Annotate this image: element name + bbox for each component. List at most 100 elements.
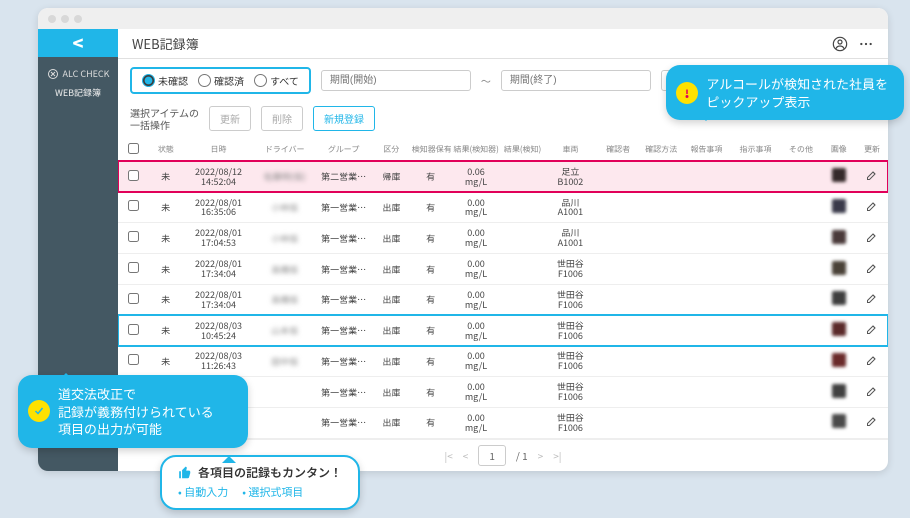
callout-law-compliance: 道交法改正で 記録が義務付けられている 項目の出力が可能 — [18, 375, 248, 448]
cell-result: 0.00mg/L — [451, 346, 500, 377]
callout-text: アルコールが検知された社員を ピックアップ表示 — [706, 75, 888, 110]
new-record-button[interactable]: 新規登録 — [313, 106, 375, 131]
cell-vehicle: 世田谷F1006 — [545, 284, 596, 315]
cell-datetime: 2022/08/0117:34:04 — [182, 254, 256, 285]
table-row: 未2022/08/1214:52:04佐藤明(仮)第二営業…帰庫有0.06mg/… — [118, 161, 888, 192]
cell-other — [780, 254, 822, 285]
cell-report — [682, 346, 731, 377]
pager-next[interactable]: > — [538, 448, 544, 463]
page-title: WEB記録簿 — [132, 34, 199, 53]
table-row: 未2022/08/0117:34:04高橋仮第一営業…出庫有0.00mg/L世田… — [118, 284, 888, 315]
pager-prev[interactable]: < — [463, 448, 469, 463]
col-header: グループ — [314, 139, 373, 161]
cell-driver — [255, 377, 314, 408]
cell-instruction — [731, 192, 780, 223]
period-start-input[interactable] — [321, 70, 471, 91]
cell-driver: 小林仮 — [255, 223, 314, 254]
pager-first[interactable]: |< — [445, 448, 453, 463]
col-header: 指示事項 — [731, 139, 780, 161]
cell-image — [822, 315, 856, 346]
cell-status: 未 — [150, 223, 182, 254]
cell-group: 第一営業… — [314, 346, 373, 377]
edit-button[interactable] — [856, 284, 888, 315]
row-checkbox[interactable] — [118, 346, 150, 377]
bulk-delete-button[interactable]: 削除 — [261, 106, 303, 131]
cell-detector: 有 — [410, 192, 452, 223]
cell-group: 第一営業… — [314, 284, 373, 315]
row-checkbox[interactable] — [118, 284, 150, 315]
col-header: 結果(検知器) — [451, 139, 500, 161]
cell-instruction — [731, 254, 780, 285]
col-header: その他 — [780, 139, 822, 161]
callout-title: 各項目の記録もカンタン！ — [198, 465, 342, 481]
col-header: 確認方法 — [640, 139, 682, 161]
cell-datetime: 2022/08/0117:04:53 — [182, 223, 256, 254]
cell-report — [682, 223, 731, 254]
cell-method — [640, 161, 682, 192]
row-checkbox[interactable] — [118, 223, 150, 254]
cell-group: 第一営業… — [314, 315, 373, 346]
edit-button[interactable] — [856, 254, 888, 285]
row-checkbox[interactable] — [118, 161, 150, 192]
cell-other — [780, 315, 822, 346]
edit-button[interactable] — [856, 408, 888, 439]
radio-unconfirmed[interactable]: 未確認 — [142, 73, 188, 88]
radio-all[interactable]: すべて — [254, 73, 299, 88]
cell-group: 第一営業… — [314, 192, 373, 223]
cell-status: 未 — [150, 254, 182, 285]
account-icon[interactable] — [832, 36, 848, 52]
cell-result2 — [501, 346, 545, 377]
cell-method — [640, 284, 682, 315]
cell-other — [780, 223, 822, 254]
cell-datetime: 2022/08/0117:34:04 — [182, 284, 256, 315]
cell-result2 — [501, 408, 545, 439]
cell-instruction — [731, 408, 780, 439]
more-icon[interactable] — [858, 36, 874, 52]
col-header: 画像 — [822, 139, 856, 161]
cell-method — [640, 254, 682, 285]
cell-driver: 小林仮 — [255, 192, 314, 223]
edit-button[interactable] — [856, 377, 888, 408]
cell-other — [780, 284, 822, 315]
brand-label: ALC CHECK — [47, 67, 110, 80]
cell-report — [682, 192, 731, 223]
collapse-sidebar-button[interactable]: < — [38, 29, 118, 57]
thumbs-up-icon — [178, 466, 192, 480]
cell-other — [780, 192, 822, 223]
col-header: 結果(検知) — [501, 139, 545, 161]
edit-button[interactable] — [856, 223, 888, 254]
edit-button[interactable] — [856, 315, 888, 346]
tilde: 〜 — [481, 73, 491, 88]
bulk-update-button[interactable]: 更新 — [209, 106, 251, 131]
pager-page[interactable]: 1 — [478, 445, 506, 466]
cell-other — [780, 161, 822, 192]
table-row: 未2022/08/0310:45:24山本仮第一営業…出庫有0.00mg/L世田… — [118, 315, 888, 346]
cell-group: 第一営業… — [314, 223, 373, 254]
cell-report — [682, 377, 731, 408]
pager-last[interactable]: >| — [553, 448, 561, 463]
cell-instruction — [731, 223, 780, 254]
cell-detector: 有 — [410, 315, 452, 346]
edit-button[interactable] — [856, 192, 888, 223]
nav-item-records[interactable]: WEB記録簿 — [55, 86, 101, 99]
row-checkbox[interactable] — [118, 315, 150, 346]
edit-button[interactable] — [856, 161, 888, 192]
cell-result2 — [501, 192, 545, 223]
cell-vehicle: 世田谷F1006 — [545, 377, 596, 408]
cell-confirmer — [596, 254, 640, 285]
col-header: 検知器保有 — [410, 139, 452, 161]
cell-detector: 有 — [410, 223, 452, 254]
radio-confirmed[interactable]: 確認済 — [198, 73, 244, 88]
row-checkbox[interactable] — [118, 254, 150, 285]
cell-datetime: 2022/08/0116:35:06 — [182, 192, 256, 223]
col-header: 更新 — [856, 139, 888, 161]
cell-instruction — [731, 377, 780, 408]
cell-status: 未 — [150, 315, 182, 346]
cell-confirmer — [596, 223, 640, 254]
cell-kind: 出庫 — [373, 284, 410, 315]
check-icon — [28, 400, 50, 422]
period-end-input[interactable] — [501, 70, 651, 91]
row-checkbox[interactable] — [118, 192, 150, 223]
select-all-checkbox[interactable] — [128, 143, 139, 154]
edit-button[interactable] — [856, 346, 888, 377]
